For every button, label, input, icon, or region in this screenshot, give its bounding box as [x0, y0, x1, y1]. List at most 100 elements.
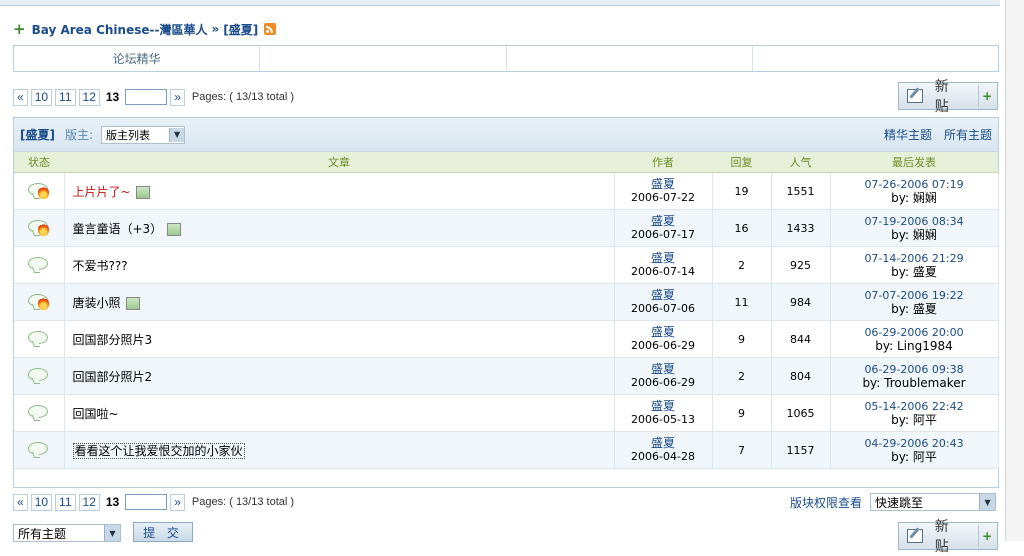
author-link[interactable]: 盛夏 — [616, 400, 711, 413]
author-link[interactable]: 盛夏 — [616, 252, 711, 265]
prev-page-button[interactable]: « — [13, 88, 28, 106]
window-scrollbar[interactable] — [1005, 0, 1024, 541]
author-cell: 盛夏 2006-06-29 — [614, 357, 713, 395]
goto-page-input[interactable] — [125, 89, 168, 105]
last-post-cell: 06-29-2006 09:38 by: Troublemaker — [830, 357, 999, 395]
new-post-label: 新 贴 — [934, 519, 953, 555]
replies-count: 9 — [712, 394, 772, 432]
plus-icon: + — [13, 20, 26, 38]
hot-topic-icon — [27, 294, 50, 310]
page-link[interactable]: 10 — [30, 88, 53, 106]
goto-page-input[interactable] — [125, 494, 168, 510]
rss-icon[interactable] — [264, 23, 277, 35]
quick-jump-select[interactable]: 快速跳至 ▼ — [870, 493, 997, 511]
current-page: 13 — [105, 495, 120, 509]
new-post-button[interactable]: 新 贴 + — [898, 519, 998, 555]
submit-button[interactable]: 提 交 — [133, 522, 193, 542]
new-post-button[interactable]: 新 贴 + — [898, 79, 998, 115]
author-link[interactable]: 盛夏 — [616, 289, 711, 302]
author-cell: 盛夏 2006-04-28 — [614, 431, 713, 469]
permissions-link[interactable]: 版块权限查看 — [790, 494, 862, 511]
thread-filter-select[interactable]: 所有主题 ▼ — [13, 524, 121, 542]
table-row: 回国啦~ 盛夏 2006-05-13 9 1065 05-14-2006 22:42 by:… — [14, 394, 999, 432]
last-post-time-link[interactable]: 07-14-2006 21:29 — [832, 252, 997, 265]
page-info: Pages: ( 13/13 total ) — [191, 91, 295, 103]
chevron-down-icon[interactable]: ▼ — [104, 525, 120, 541]
moderators-select-value: 版主列表 — [106, 128, 151, 142]
column-header-author: 作者 — [614, 152, 712, 173]
next-page-button[interactable]: » — [170, 88, 185, 106]
post-date: 2006-06-29 — [631, 339, 695, 352]
forum-header: [盛夏] 版主: 版主列表 ▼ 精华主题 所有主题 — [14, 118, 998, 152]
status-cell — [14, 209, 65, 247]
table-row: 童言童语（+3） 盛夏 2006-07-17 16 1433 07-19-2006 08:… — [14, 209, 999, 247]
page-link[interactable]: 12 — [78, 88, 100, 106]
author-link[interactable]: 盛夏 — [616, 178, 711, 191]
next-page-button[interactable]: » — [170, 493, 185, 511]
last-post-time-link[interactable]: 06-29-2006 09:38 — [832, 363, 997, 376]
last-post-time-link[interactable]: 06-29-2006 20:00 — [832, 326, 997, 339]
title-cell: 回国部分照片3 — [64, 320, 615, 358]
thread-title-link[interactable]: 不爱书??? — [73, 259, 128, 273]
views-count: 984 — [771, 283, 831, 321]
breadcrumb-current-link[interactable]: [盛夏] — [223, 21, 258, 38]
tab-digest-threads[interactable]: 精华主题 — [884, 126, 932, 143]
page-link[interactable]: 10 — [30, 493, 53, 511]
views-count: 1157 — [771, 431, 831, 469]
column-header-replies: 回复 — [712, 152, 771, 173]
replies-count: 9 — [712, 320, 772, 358]
new-post-menu-button[interactable]: + — [978, 85, 995, 107]
tab-all-threads[interactable]: 所有主题 — [944, 126, 992, 143]
thread-title-link[interactable]: 看看这个让我爱恨交加的小家伙 — [72, 442, 245, 459]
replies-count: 2 — [712, 246, 772, 284]
views-count: 1433 — [771, 209, 831, 247]
chevron-down-icon[interactable]: ▼ — [979, 494, 996, 510]
last-post-time-link[interactable]: 07-19-2006 08:34 — [832, 215, 997, 228]
quick-jump-value: 快速跳至 — [875, 495, 924, 510]
nav-cell-empty — [507, 46, 753, 71]
replies-count: 11 — [712, 283, 772, 321]
breadcrumb-root-link[interactable]: Bay Area Chinese--灣區華人 — [32, 21, 208, 38]
author-link[interactable]: 盛夏 — [616, 363, 711, 376]
replies-count: 19 — [712, 172, 772, 210]
column-header-title: 文章 — [64, 152, 614, 173]
views-count: 844 — [771, 320, 831, 358]
last-post-time-link[interactable]: 05-14-2006 22:42 — [832, 400, 997, 413]
moderators-select[interactable]: 版主列表 ▼ — [101, 125, 186, 144]
image-attachment-icon — [167, 222, 182, 236]
author-link[interactable]: 盛夏 — [616, 215, 711, 228]
post-date: 2006-07-17 — [631, 228, 695, 241]
status-cell — [14, 283, 65, 321]
title-cell: 唐装小照 — [64, 283, 615, 321]
thread-title-link[interactable]: 回国部分照片3 — [73, 333, 153, 347]
replies-count: 2 — [712, 357, 772, 395]
prev-page-button[interactable]: « — [13, 493, 28, 511]
forum-name[interactable]: [盛夏] — [20, 126, 55, 143]
thread-title-link[interactable]: 回国啦~ — [73, 407, 119, 421]
replies-count: 7 — [712, 431, 772, 469]
last-post-time-link[interactable]: 07-07-2006 19:22 — [832, 289, 997, 302]
thread-title-link[interactable]: 唐装小照 — [73, 296, 121, 310]
last-post-cell: 07-19-2006 08:34 by: 娴娴 — [830, 209, 999, 247]
page-link[interactable]: 12 — [78, 493, 100, 511]
author-link[interactable]: 盛夏 — [616, 326, 711, 339]
last-post-author: by: 盛夏 — [891, 264, 937, 279]
table-row: 上片片了~ 盛夏 2006-07-22 19 1551 07-26-2006 07:19 b… — [14, 172, 999, 210]
thread-filter-value: 所有主题 — [18, 526, 67, 541]
new-post-menu-button[interactable]: + — [978, 525, 995, 547]
title-cell: 童言童语（+3） — [64, 209, 615, 247]
chevron-down-icon[interactable]: ▼ — [169, 127, 185, 142]
thread-title-link[interactable]: 回国部分照片2 — [73, 370, 153, 384]
views-count: 1551 — [771, 172, 831, 210]
author-link[interactable]: 盛夏 — [616, 437, 711, 450]
title-cell: 上片片了~ — [64, 172, 615, 210]
last-post-time-link[interactable]: 04-29-2006 20:43 — [832, 437, 997, 450]
thread-title-link[interactable]: 童言童语（+3） — [73, 222, 163, 236]
page-link[interactable]: 11 — [55, 493, 76, 511]
nav-cell-digest[interactable]: 论坛精华 — [14, 46, 261, 71]
page-link[interactable]: 11 — [55, 88, 76, 106]
hot-topic-icon — [27, 220, 50, 236]
last-post-cell: 06-29-2006 20:00 by: Ling1984 — [830, 320, 999, 358]
last-post-time-link[interactable]: 07-26-2006 07:19 — [832, 178, 997, 191]
thread-title-link[interactable]: 上片片了~ — [73, 185, 131, 199]
